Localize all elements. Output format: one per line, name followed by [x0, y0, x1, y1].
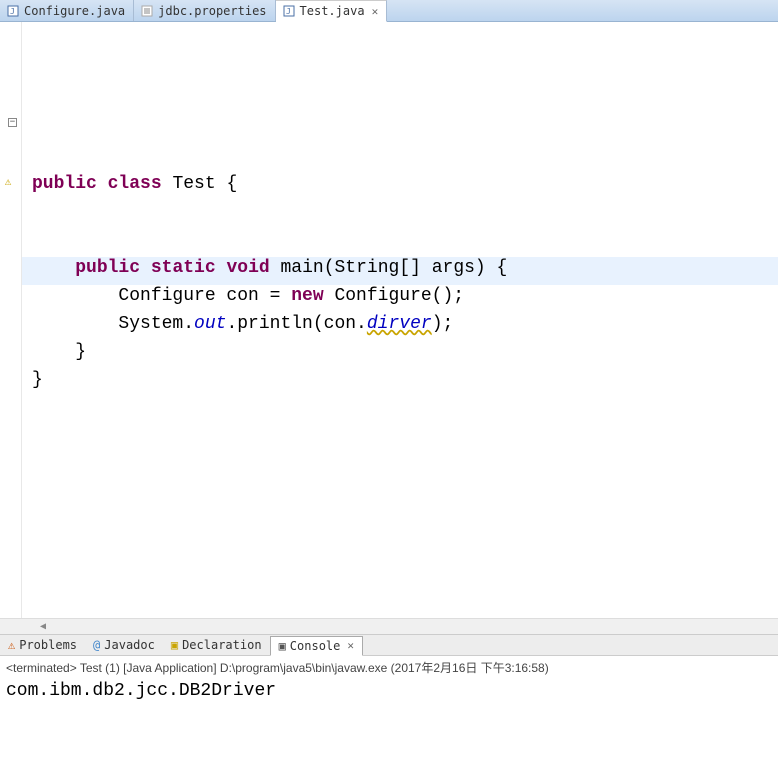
close-icon[interactable]: ✕ [347, 639, 354, 652]
editor-tab-bar: J Configure.java jdbc.properties J Test.… [0, 0, 778, 22]
warning-marker-icon[interactable]: ⚠ [1, 174, 15, 188]
tab-javadoc[interactable]: @ Javadoc [85, 635, 163, 655]
properties-file-icon [140, 4, 154, 18]
editor-gutter[interactable]: − ⚠ [0, 22, 22, 618]
tab-console[interactable]: ▣ Console ✕ [270, 636, 363, 656]
code-content: public class Test { public static void m… [32, 114, 778, 422]
close-icon[interactable]: ✕ [372, 5, 379, 18]
tab-label: Test.java [300, 4, 365, 18]
tab-jdbc-properties[interactable]: jdbc.properties [134, 0, 275, 21]
java-file-icon: J [282, 4, 296, 18]
tab-label: Console [290, 639, 341, 653]
tab-label: jdbc.properties [158, 4, 266, 18]
console-icon: ▣ [279, 639, 286, 653]
tab-problems[interactable]: ⚠ Problems [0, 635, 85, 655]
tab-label: Problems [19, 638, 77, 652]
horizontal-scrollbar[interactable]: ◀ [0, 618, 778, 634]
svg-text:J: J [286, 7, 291, 16]
java-file-icon: J [6, 4, 20, 18]
editor-area: − ⚠ public class Test { public static vo… [0, 22, 778, 618]
bottom-view-tabs: ⚠ Problems @ Javadoc ▣ Declaration ▣ Con… [0, 634, 778, 656]
tab-configure[interactable]: J Configure.java [0, 0, 134, 21]
console-output[interactable]: com.ibm.db2.jcc.DB2Driver [0, 679, 778, 703]
tab-label: Declaration [182, 638, 261, 652]
code-editor[interactable]: public class Test { public static void m… [22, 22, 778, 618]
javadoc-icon: @ [93, 638, 100, 652]
svg-text:J: J [10, 7, 15, 16]
tab-test[interactable]: J Test.java ✕ [276, 0, 388, 22]
fold-collapse-icon[interactable]: − [8, 118, 17, 127]
console-status-line: <terminated> Test (1) [Java Application]… [0, 656, 778, 679]
tab-label: Configure.java [24, 4, 125, 18]
declaration-icon: ▣ [171, 638, 178, 652]
problems-icon: ⚠ [8, 638, 15, 652]
scroll-left-icon[interactable]: ◀ [40, 621, 46, 632]
tab-declaration[interactable]: ▣ Declaration [163, 635, 270, 655]
tab-label: Javadoc [104, 638, 155, 652]
